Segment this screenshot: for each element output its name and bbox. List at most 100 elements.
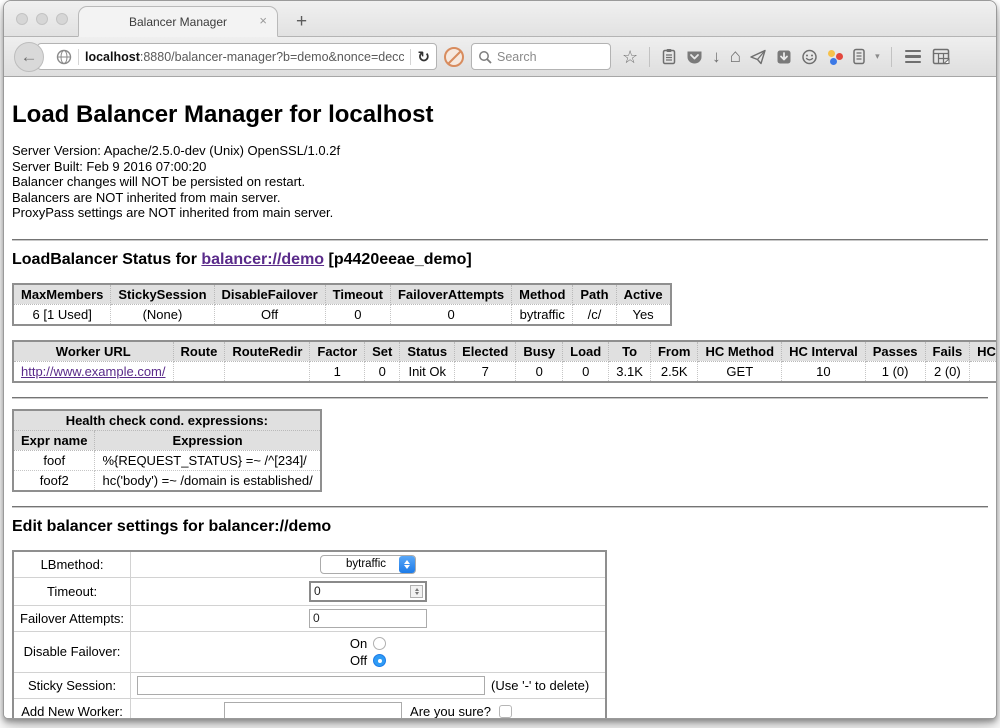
inherit-notice-line: Balancers are NOT inherited from main se… xyxy=(12,190,988,206)
column-header: Method xyxy=(512,284,573,305)
form-row-failover-attempts: Failover Attempts: xyxy=(13,605,606,631)
number-stepper-icon[interactable] xyxy=(410,585,423,598)
sticky-session-label: Sticky Session: xyxy=(13,672,131,698)
disable-failover-on-radio[interactable] xyxy=(373,637,386,650)
cell-disablefailover: Off xyxy=(214,304,325,325)
are-you-sure-checkbox[interactable] xyxy=(499,705,512,718)
page-grid-icon[interactable] xyxy=(932,48,950,65)
screen: Balancer Manager × + ← localhost:8880/ba… xyxy=(0,0,1000,728)
tab-bar: Balancer Manager × + xyxy=(4,1,996,37)
save-to-device-icon[interactable] xyxy=(776,49,792,65)
cell-method: bytraffic xyxy=(512,304,573,325)
are-you-sure-label: Are you sure? xyxy=(410,704,491,719)
cell-expr-name: foof2 xyxy=(13,470,95,491)
cell-expr-name: foof xyxy=(13,450,95,470)
table-row: 6 [1 Used] (None) Off 0 0 bytraffic /c/ … xyxy=(13,304,671,325)
url-text[interactable]: localhost:8880/balancer-manager?b=demo&n… xyxy=(85,50,404,64)
new-tab-button[interactable]: + xyxy=(296,14,307,30)
cell-hc-method: GET xyxy=(698,361,782,382)
column-header: Fails xyxy=(925,341,970,362)
timeout-label: Timeout: xyxy=(13,577,131,605)
zoom-window-button[interactable] xyxy=(56,13,68,25)
cell-set: 0 xyxy=(365,361,400,382)
table-header-row: Worker URL Route RouteRedir Factor Set S… xyxy=(13,341,996,362)
column-header: Elected xyxy=(455,341,516,362)
column-header: Path xyxy=(573,284,616,305)
search-bar[interactable] xyxy=(471,43,611,70)
worker-url-link[interactable]: http://www.example.com/ xyxy=(21,364,166,379)
pocket-icon[interactable] xyxy=(686,49,703,65)
balancer-demo-link[interactable]: balancer://demo xyxy=(201,251,324,268)
back-button[interactable]: ← xyxy=(14,42,44,72)
container-tabs-icon[interactable] xyxy=(852,48,866,65)
urlbar-divider xyxy=(78,49,79,65)
disable-failover-off-radio[interactable] xyxy=(373,654,386,667)
close-window-button[interactable] xyxy=(16,13,28,25)
downloads-icon[interactable]: ↓ xyxy=(712,49,721,65)
disable-failover-label: Disable Failover: xyxy=(13,631,131,672)
cell-fails: 2 (0) xyxy=(925,361,970,382)
column-header: FailoverAttempts xyxy=(390,284,511,305)
failover-attempts-input[interactable] xyxy=(309,609,427,628)
menu-hamburger-icon[interactable] xyxy=(903,48,923,66)
section-divider xyxy=(12,397,988,399)
content-blocked-icon[interactable] xyxy=(444,47,464,67)
column-header: HC uri xyxy=(970,341,996,362)
edit-balancer-form: LBmethod: bytraffic Timeout: xyxy=(12,550,607,720)
toolbar-separator xyxy=(649,47,650,67)
chat-smiley-icon[interactable] xyxy=(801,49,818,65)
chevron-down-icon[interactable]: ▾ xyxy=(875,51,880,62)
cell-load: 0 xyxy=(563,361,609,382)
column-header: StickySession xyxy=(111,284,214,305)
page-title: Load Balancer Manager for localhost xyxy=(12,101,988,129)
home-icon[interactable]: ⌂ xyxy=(730,49,741,65)
column-header: Expression xyxy=(95,430,321,450)
send-tab-icon[interactable] xyxy=(750,49,767,65)
form-row-timeout: Timeout: xyxy=(13,577,606,605)
add-worker-input[interactable] xyxy=(224,702,402,720)
cell-expression: hc('body') =~ /domain is established/ xyxy=(95,470,321,491)
form-row-sticky-session: Sticky Session: (Use '-' to delete) xyxy=(13,672,606,698)
column-header: Route xyxy=(173,341,225,362)
cell-busy: 0 xyxy=(516,361,563,382)
toolbar-icons: ☆ ↓ ⌂ xyxy=(622,47,950,67)
column-header: To xyxy=(609,341,651,362)
cell-failoverattempts: 0 xyxy=(390,304,511,325)
column-header: Worker URL xyxy=(13,341,173,362)
search-input[interactable] xyxy=(497,50,597,64)
window-controls xyxy=(16,13,68,25)
form-row-disable-failover: Disable Failover: On Off xyxy=(13,631,606,672)
tab-close-icon[interactable]: × xyxy=(259,14,267,27)
cell-timeout: 0 xyxy=(325,304,390,325)
tab-balancer-manager[interactable]: Balancer Manager × xyxy=(78,6,278,37)
cell-worker-url: http://www.example.com/ xyxy=(13,361,173,382)
cell-maxmembers: 6 [1 Used] xyxy=(13,304,111,325)
urlbar-divider xyxy=(410,49,411,65)
toolbar-separator xyxy=(891,47,892,67)
back-icon: ← xyxy=(21,47,38,67)
colored-dots-extension-icon[interactable] xyxy=(827,49,843,65)
cell-routeredir xyxy=(225,361,310,382)
select-stepper-icon xyxy=(399,556,415,573)
minimize-window-button[interactable] xyxy=(36,13,48,25)
column-header: Factor xyxy=(310,341,365,362)
lbmethod-select[interactable]: bytraffic xyxy=(320,555,416,574)
status-heading-prefix: LoadBalancer Status for xyxy=(12,251,201,268)
url-bar[interactable]: localhost:8880/balancer-manager?b=demo&n… xyxy=(37,43,437,70)
tab-title: Balancer Manager xyxy=(129,15,227,29)
column-header: Active xyxy=(616,284,671,305)
radio-off-label: Off xyxy=(350,652,367,669)
bookmark-star-icon[interactable]: ☆ xyxy=(622,49,638,65)
cell-hc-uri xyxy=(970,361,996,382)
clipboard-icon[interactable] xyxy=(661,48,677,65)
reload-icon[interactable]: ↻ xyxy=(417,48,430,66)
section-divider xyxy=(12,239,988,241)
search-icon xyxy=(478,50,492,64)
form-row-add-worker: Add New Worker: Are you sure? xyxy=(13,698,606,719)
sticky-session-input[interactable] xyxy=(137,676,485,695)
balancer-status-table: MaxMembers StickySession DisableFailover… xyxy=(12,283,672,326)
add-worker-label: Add New Worker: xyxy=(13,698,131,719)
form-row-lbmethod: LBmethod: bytraffic xyxy=(13,551,606,578)
edit-balancer-heading: Edit balancer settings for balancer://de… xyxy=(12,518,988,536)
globe-icon[interactable] xyxy=(56,49,72,65)
